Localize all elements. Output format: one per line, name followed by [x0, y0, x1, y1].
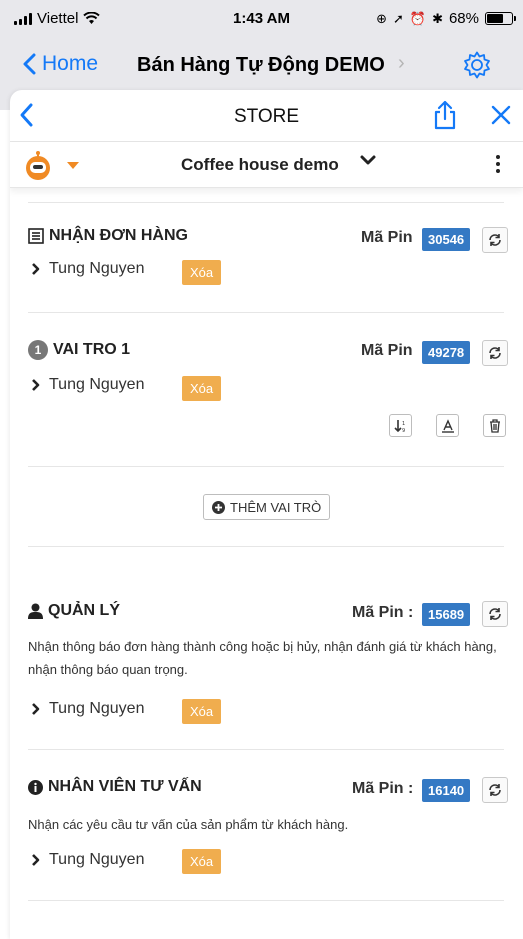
refresh-icon [489, 784, 501, 796]
consultant-title: NHÂN VIÊN TƯ VẤN [28, 778, 202, 796]
home-back-label: Home [42, 52, 99, 75]
sort-role-button[interactable]: 19 [389, 414, 412, 437]
refresh-pin-button[interactable] [482, 601, 508, 627]
add-role-label: THÊM VAI TRÒ [230, 499, 322, 515]
chevron-right-icon [32, 703, 40, 715]
alarm-icon: ⏰ [409, 10, 427, 26]
svg-text:1: 1 [402, 421, 405, 427]
location-icon: ➚ [392, 10, 404, 26]
refresh-pin-button[interactable] [482, 340, 508, 366]
user-row[interactable]: Tung Nguyen [31, 851, 144, 869]
pin-label: Mã Pin : [352, 604, 414, 621]
svg-text:9: 9 [402, 428, 405, 433]
font-icon [441, 418, 454, 433]
user-icon [28, 603, 43, 619]
divider [28, 546, 504, 547]
user-name: Tung Nguyen [49, 376, 145, 393]
user-name: Tung Nguyen [49, 700, 145, 717]
divider [28, 202, 504, 203]
role-number-badge: 1 [28, 340, 48, 360]
user-row[interactable]: Tung Nguyen [31, 700, 144, 718]
gear-icon[interactable] [462, 50, 492, 85]
store-selector-bar: Coffee house demo [10, 142, 523, 188]
consultant-title-text: NHÂN VIÊN TƯ VẤN [48, 778, 202, 795]
refresh-icon [489, 608, 501, 620]
rename-role-button[interactable] [436, 414, 459, 437]
chevron-left-icon [23, 53, 36, 75]
battery-icon [485, 12, 516, 25]
pin-label: Mã Pin [361, 229, 413, 246]
user-name: Tung Nguyen [49, 851, 145, 868]
delete-button[interactable]: Xóa [182, 699, 222, 724]
status-bar: Viettel 1:43 AM ⊕ ➚ ⏰ ✱ 68% [0, 0, 523, 38]
delete-button[interactable]: Xóa [182, 260, 222, 285]
delete-button[interactable]: Xóa [182, 849, 222, 874]
store-name[interactable]: Coffee house demo [181, 155, 339, 175]
ios-nav-bar: Home Bán Hàng Tự Động DEMO › [0, 44, 523, 90]
manager-title: QUẢN LÝ [28, 602, 120, 620]
role1-title: 1 VAI TRO 1 [28, 340, 130, 360]
home-back-button[interactable]: Home [22, 52, 98, 76]
manager-description: Nhận thông báo đơn hàng thành công hoặc … [28, 639, 497, 677]
manager-title-text: QUẢN LÝ [48, 602, 120, 619]
share-icon[interactable] [433, 100, 457, 135]
divider [28, 312, 504, 313]
chevron-right-icon [32, 379, 40, 391]
app-title: Bán Hàng Tự Động DEMO [137, 54, 385, 76]
robot-icon[interactable] [22, 150, 54, 187]
delete-role-button[interactable] [483, 414, 506, 437]
kebab-icon[interactable] [496, 155, 500, 173]
bluetooth-icon: ✱ [432, 10, 443, 26]
divider [28, 749, 504, 750]
delete-button[interactable]: Xóa [182, 376, 222, 401]
divider [28, 466, 504, 467]
sheet-nav-bar: STORE [10, 90, 523, 142]
refresh-icon [489, 234, 501, 246]
order-receiver-title-text: NHẬN ĐƠN HÀNG [49, 227, 188, 244]
role1-title-text: VAI TRO 1 [53, 341, 131, 358]
consultant-description: Nhận các yêu cầu tư vấn của sản phẩm từ … [28, 817, 349, 832]
pin-label: Mã Pin : [352, 780, 414, 797]
chevron-right-icon [32, 263, 40, 275]
user-name: Tung Nguyen [49, 260, 145, 277]
divider [28, 900, 504, 901]
sort-icon: 19 [393, 419, 405, 433]
pin-value: 30546 [422, 228, 471, 251]
title-chevron-icon: › [398, 52, 405, 74]
user-row[interactable]: Tung Nguyen [31, 260, 144, 278]
chevron-right-icon [32, 854, 40, 866]
info-icon [28, 779, 43, 795]
chevron-down-icon[interactable] [359, 152, 377, 175]
trash-icon [489, 418, 500, 433]
refresh-pin-button[interactable] [482, 227, 508, 253]
add-role-button[interactable]: THÊM VAI TRÒ [203, 494, 331, 520]
battery-percent: 68% [448, 10, 479, 27]
pin-value: 15689 [422, 603, 471, 626]
pin-value: 16140 [422, 779, 471, 802]
store-sheet: STORE Coffee house demo NHẬN ĐƠN HÀNG Mã… [10, 90, 523, 939]
caret-down-icon[interactable] [67, 162, 79, 169]
pin-value: 49278 [422, 341, 471, 364]
user-row[interactable]: Tung Nguyen [31, 376, 144, 394]
pin-label: Mã Pin [361, 342, 413, 359]
plus-circle-icon [212, 500, 225, 514]
order-receiver-title: NHẬN ĐƠN HÀNG [28, 227, 188, 245]
refresh-icon [489, 347, 501, 359]
list-icon [28, 228, 44, 244]
refresh-pin-button[interactable] [482, 777, 508, 803]
close-icon[interactable] [490, 104, 512, 131]
lock-rotation-icon: ⊕ [376, 10, 387, 26]
